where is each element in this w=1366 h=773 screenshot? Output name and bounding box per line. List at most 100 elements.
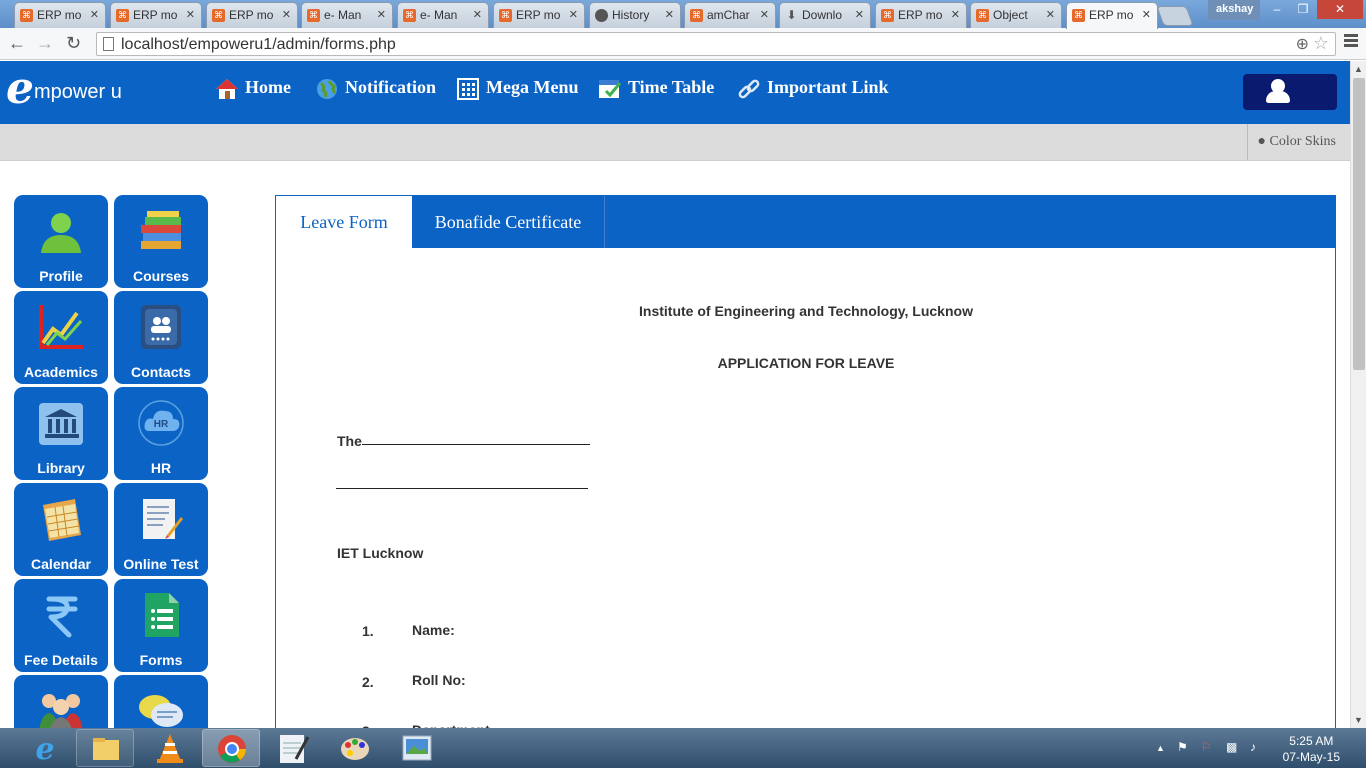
tile-fee-details[interactable]: Fee Details [14,579,108,672]
back-icon[interactable]: ← [8,33,26,54]
browser-tab[interactable]: ⌘ amChar ✕ [684,2,776,28]
browser-tab[interactable]: ⌘ ERP mo ✕ [14,2,106,28]
nav-home[interactable]: Home [215,77,291,101]
form-panel: Leave Form Bonafide Certificate Institut… [275,195,1336,739]
tab-close-icon[interactable]: ✕ [569,8,578,21]
network-icon[interactable]: ▩ [1226,740,1237,754]
nav-mega-menu[interactable]: Mega Menu [456,77,578,101]
tab-close-icon[interactable]: ✕ [855,8,864,21]
browser-tab[interactable]: History ✕ [589,2,681,28]
tray-flag-icon[interactable]: ⚐ [1201,740,1212,754]
xampp-icon: ⌘ [499,9,512,22]
ie-taskbar-icon[interactable]: e [16,729,74,767]
forward-icon[interactable]: → [36,33,54,54]
rupee-icon [46,596,78,638]
tab-close-icon[interactable]: ✕ [1046,8,1055,21]
books-icon [141,211,181,249]
browser-tab[interactable]: ⌘ Object ✕ [970,2,1062,28]
vlc-taskbar-icon[interactable] [141,729,199,767]
tile-contacts[interactable]: Contacts [114,291,208,384]
chrome-taskbar-icon[interactable] [202,729,260,767]
tab-leave-form[interactable]: Leave Form [276,196,412,248]
home-icon [216,79,238,99]
scrollbar-thumb[interactable] [1353,78,1365,370]
browser-tab[interactable]: ⬇ Downlo ✕ [779,2,871,28]
nav-important-link[interactable]: Important Link [737,77,889,101]
browser-tab[interactable]: ⌘ ERP mo ✕ [875,2,967,28]
addressee-line-2 [336,488,588,489]
tray-expand-icon[interactable]: ▲ [1156,743,1165,753]
nav-time-table[interactable]: Time Table [598,77,714,101]
tile-online-test[interactable]: Online Test [114,483,208,576]
tab-close-icon[interactable]: ✕ [473,8,482,21]
browser-tab[interactable]: ⌘ e- Man ✕ [397,2,489,28]
tab-close-icon[interactable]: ✕ [760,8,769,21]
calendar-icon [43,499,81,541]
app-header: e mpower u Home Notification Mega Menu T… [0,61,1350,124]
browser-tab[interactable]: ⌘ ERP mo ✕ [1066,2,1158,29]
volume-icon[interactable]: ♪ [1250,740,1256,754]
tab-title: ERP mo [1089,8,1134,22]
tab-close-icon[interactable]: ✕ [186,8,195,21]
browser-tab[interactable]: ⌘ ERP mo ✕ [493,2,585,28]
tab-close-icon[interactable]: ✕ [377,8,386,21]
maximize-icon[interactable]: ❐ [1290,0,1316,19]
tab-close-icon[interactable]: ✕ [282,8,291,21]
tile-academics[interactable]: Academics [14,291,108,384]
system-clock[interactable]: 5:25 AM 07-May-15 [1283,733,1340,765]
svg-text:e: e [35,732,54,767]
scroll-up-icon[interactable]: ▲ [1354,64,1363,74]
action-center-icon[interactable]: ⚑ [1177,740,1188,754]
iet-lucknow: IET Lucknow [337,545,424,561]
tab-close-icon[interactable]: ✕ [90,8,99,21]
tile-forms[interactable]: Forms [114,579,208,672]
explorer-taskbar-icon[interactable] [76,729,134,767]
paint-taskbar-icon[interactable] [326,729,384,767]
hr-cloud-icon: HR [138,400,184,446]
tab-bonafide-certificate[interactable]: Bonafide Certificate [412,196,605,248]
close-window-icon[interactable]: ✕ [1317,0,1363,19]
zoom-icon[interactable]: ⊕ [1296,34,1309,54]
new-tab-button[interactable] [1156,6,1194,26]
minimize-icon[interactable]: – [1264,0,1290,19]
profile-chip[interactable]: akshay [1208,0,1260,20]
item-2-label: Roll No: [412,672,466,688]
tile-hr[interactable]: HR HR [114,387,208,480]
bookmark-star-icon[interactable]: ☆ [1313,33,1329,54]
page-scrollbar[interactable]: ▲ ▼ [1350,61,1366,728]
browser-tab[interactable]: ⌘ e- Man ✕ [301,2,393,28]
color-skins-button[interactable]: ● Color Skins [1246,124,1336,160]
tile-library[interactable]: Library [14,387,108,480]
address-bar[interactable]: localhost/empoweru1/admin/forms.php ⊕ ☆ [96,32,1336,56]
tab-title: ERP mo [133,8,178,22]
xampp-icon: ⌘ [403,9,416,22]
scroll-down-icon[interactable]: ▼ [1354,715,1363,725]
tab-close-icon[interactable]: ✕ [1142,8,1151,21]
tab-title: e- Man [420,8,458,22]
nav-notification[interactable]: Notification [315,77,436,101]
browser-tab[interactable]: ⌘ ERP mo ✕ [206,2,298,28]
tab-title: Object [993,8,1028,22]
page-icon [103,37,114,51]
tab-close-icon[interactable]: ✕ [665,8,674,21]
tile-profile[interactable]: Profile [14,195,108,288]
notepad-taskbar-icon[interactable] [264,729,322,767]
xampp-icon: ⌘ [212,9,225,22]
browser-menu-icon[interactable] [1344,34,1358,48]
chart-icon [39,305,83,349]
user-menu-button[interactable] [1243,74,1337,110]
tab-close-icon[interactable]: ✕ [951,8,960,21]
tab-title: ERP mo [37,8,82,22]
reload-icon[interactable]: ↻ [66,33,81,54]
tile-calendar[interactable]: Calendar [14,483,108,576]
item-2-number: 2. [362,674,374,690]
tab-title: ERP mo [229,8,274,22]
photo-viewer-taskbar-icon[interactable] [388,729,446,767]
browser-tab[interactable]: ⌘ ERP mo ✕ [110,2,202,28]
person-icon [41,213,81,253]
globe-icon [317,79,337,99]
xampp-icon: ⌘ [976,9,989,22]
grid-icon [457,78,479,100]
download-icon: ⬇ [786,8,797,22]
tile-courses[interactable]: Courses [114,195,208,288]
